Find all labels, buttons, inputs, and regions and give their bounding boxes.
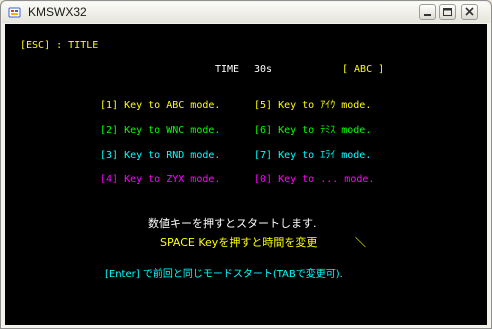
start-instruction: 数値キーを押すとスタートします. (148, 217, 317, 230)
menu-item-3: [3] Key to RND mode. (100, 150, 221, 161)
minimize-icon (424, 14, 431, 16)
title-bar[interactable]: KMSWX32 (2, 2, 490, 23)
maximize-button[interactable] (439, 4, 456, 20)
menu-item-6: [6] Key to ﾃﾐｽ mode. (254, 125, 372, 136)
minimize-button[interactable] (419, 4, 436, 20)
esc-title-hint: [ESC] : TITLE (20, 40, 99, 51)
menu-item-4: [4] Key to ZYX mode. (100, 174, 221, 185)
enter-instruction: [Enter] で前回と同じモードスタート(TABで変更可). (105, 269, 343, 280)
game-screen[interactable]: [ESC] : TITLE TIME 30s [ ABC ] [1] Key t… (5, 24, 487, 325)
close-icon (465, 7, 474, 16)
spinner-indicator: ＼ (355, 236, 366, 249)
time-label: TIME (215, 64, 240, 75)
menu-item-1: [1] Key to ABC mode. (100, 100, 221, 111)
menu-item-2: [2] Key to WNC mode. (100, 125, 221, 136)
mode-indicator: [ ABC ] (342, 64, 385, 75)
menu-item-7: [7] Key to ｴﾗｲ mode. (254, 150, 372, 161)
close-button[interactable] (461, 4, 478, 20)
menu-item-5: [5] Key to ｱｲｳ mode. (254, 100, 372, 111)
window-title: KMSWX32 (28, 5, 87, 19)
app-window: KMSWX32 [ESC] : TITLE TIME 30s [ ABC ] [… (0, 0, 492, 329)
maximize-icon (443, 8, 452, 16)
space-instruction: SPACE Keyを押すと時間を変更 (160, 236, 318, 249)
app-icon[interactable] (7, 5, 22, 20)
menu-item-0: [0] Key to ... mode. (254, 174, 375, 185)
time-value: 30s (254, 64, 273, 75)
